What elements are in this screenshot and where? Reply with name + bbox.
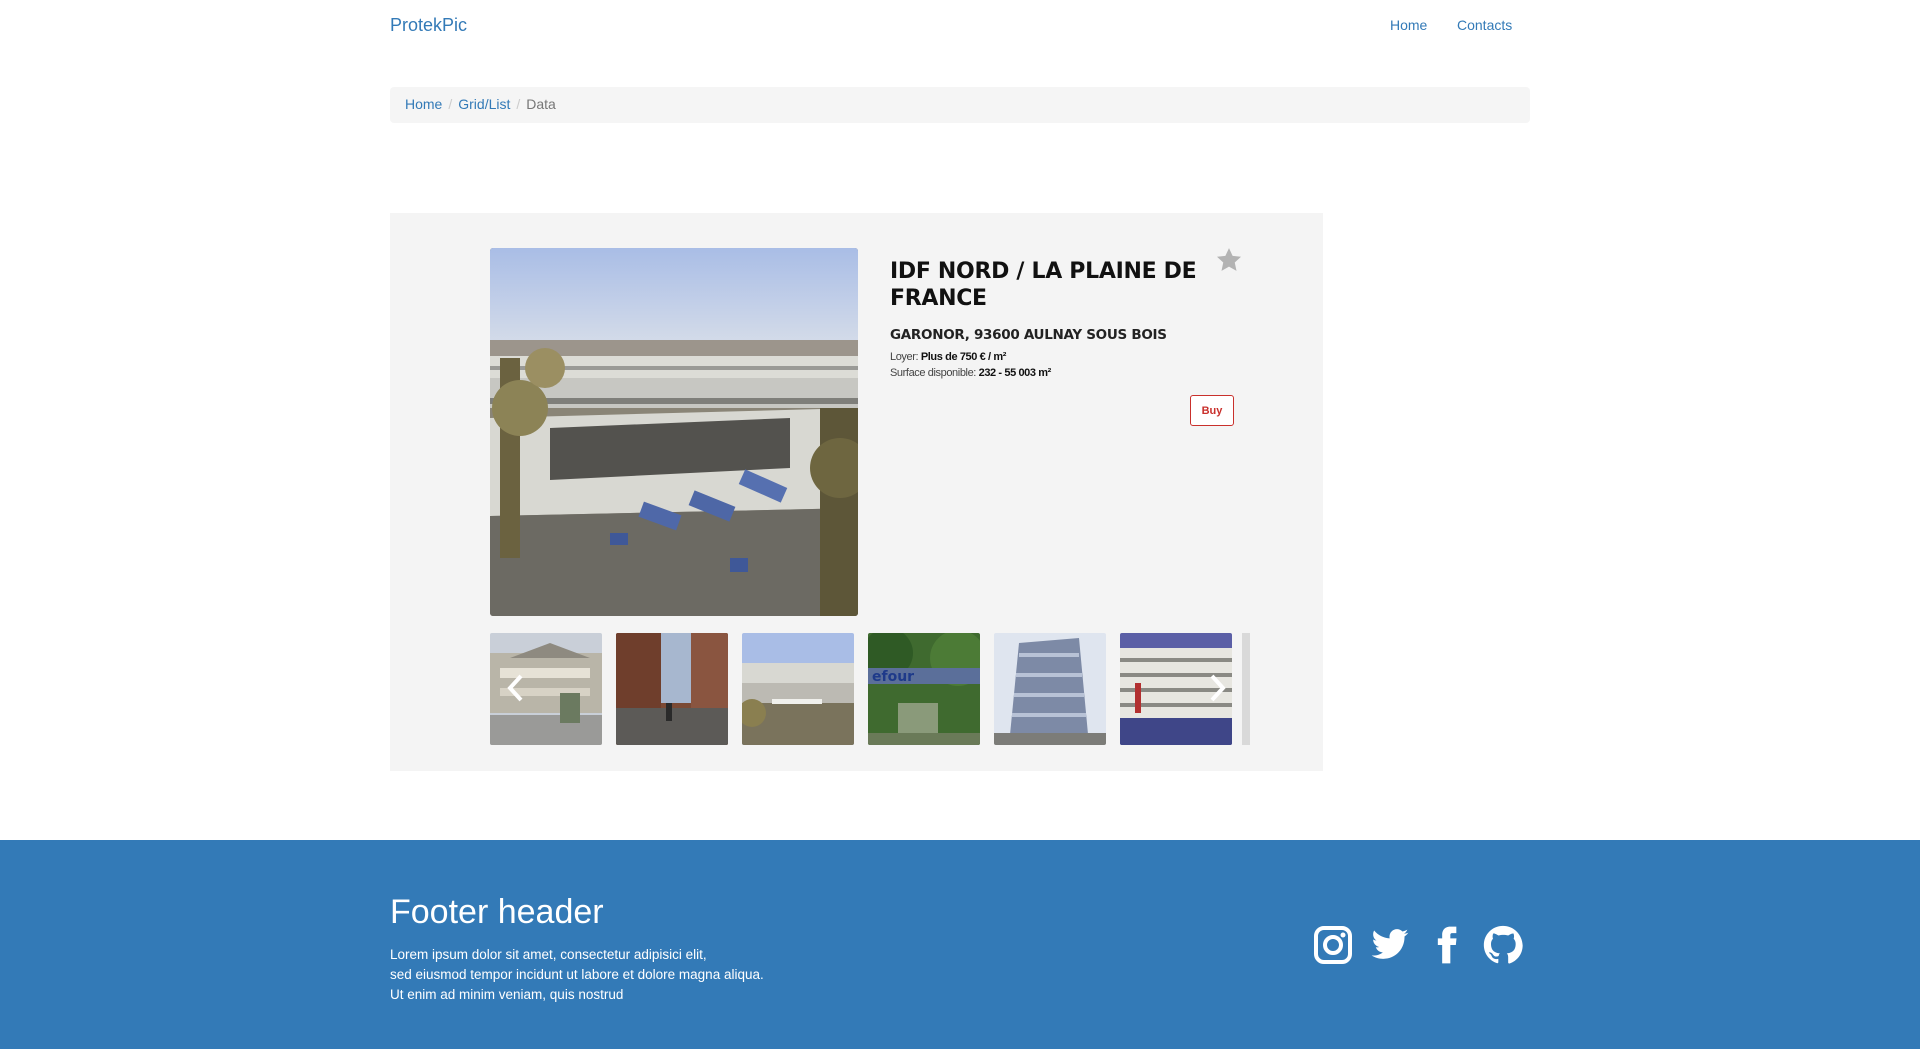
footer: Footer header Lorem ipsum dolor sit amet… bbox=[0, 840, 1920, 1049]
breadcrumb-current: Data bbox=[526, 96, 556, 112]
thumbnail-3[interactable] bbox=[742, 633, 854, 745]
listing-address: GARONOR, 93600 AULNAY SOUS BOIS bbox=[890, 327, 1167, 343]
clipped-heading bbox=[712, 798, 972, 808]
footer-line: sed eiusmod tempor incidunt ut labore et… bbox=[390, 967, 764, 982]
footer-title: Footer header bbox=[390, 893, 604, 931]
listing-card: IDF NORD / LA PLAINE DE FRANCE GARONOR, … bbox=[390, 213, 1323, 771]
chevron-left-icon[interactable] bbox=[502, 668, 530, 708]
chevron-right-icon[interactable] bbox=[1203, 668, 1231, 708]
rent-detail: Loyer: Plus de 750 € / m² bbox=[890, 351, 1250, 363]
breadcrumb-grid-list[interactable]: Grid/List bbox=[458, 96, 510, 112]
rent-value: Plus de 750 € / m² bbox=[920, 351, 1007, 363]
nav-home-link[interactable]: Home bbox=[1390, 17, 1427, 33]
breadcrumb-separator: / bbox=[448, 96, 453, 112]
nav-contacts-link[interactable]: Contacts bbox=[1457, 17, 1512, 33]
thumbnail-5[interactable] bbox=[994, 633, 1106, 745]
svg-text:efour: efour bbox=[872, 669, 914, 685]
thumbnail-strip: efour bbox=[490, 633, 1250, 745]
warehouse-photo bbox=[490, 248, 858, 616]
star-icon[interactable] bbox=[1214, 245, 1244, 275]
main-photo[interactable] bbox=[490, 248, 858, 616]
footer-line: Ut enim ad minim veniam, quis nostrud bbox=[390, 987, 624, 1002]
breadcrumb-separator: / bbox=[516, 96, 521, 112]
thumbnail-2[interactable] bbox=[616, 633, 728, 745]
listing-info: IDF NORD / LA PLAINE DE FRANCE GARONOR, … bbox=[890, 258, 1250, 379]
surface-detail: Surface disponible: 232 - 55 003 m² bbox=[890, 367, 1250, 379]
instagram-icon[interactable] bbox=[1313, 925, 1353, 965]
thumbnail-4[interactable]: efour bbox=[868, 633, 980, 745]
brand-link[interactable]: ProtekPic bbox=[390, 15, 467, 36]
rent-label: Loyer: bbox=[890, 351, 919, 363]
footer-text: Lorem ipsum dolor sit amet, consectetur … bbox=[390, 945, 764, 1005]
footer-line: Lorem ipsum dolor sit amet, consectetur … bbox=[390, 947, 707, 962]
facebook-icon[interactable] bbox=[1427, 925, 1467, 965]
listing-title: IDF NORD / LA PLAINE DE FRANCE bbox=[890, 259, 1197, 311]
navbar: ProtekPic Home Contacts bbox=[0, 0, 1920, 52]
thumbnail-partial bbox=[1242, 633, 1250, 745]
twitter-icon[interactable] bbox=[1370, 925, 1410, 965]
surface-label: Surface disponible: bbox=[890, 367, 976, 379]
buy-button[interactable]: Buy bbox=[1190, 395, 1234, 426]
breadcrumb-home[interactable]: Home bbox=[405, 96, 442, 112]
breadcrumb: Home / Grid/List / Data bbox=[390, 87, 1530, 123]
surface-value: 232 - 55 003 m² bbox=[978, 367, 1052, 379]
github-icon[interactable] bbox=[1483, 925, 1523, 965]
